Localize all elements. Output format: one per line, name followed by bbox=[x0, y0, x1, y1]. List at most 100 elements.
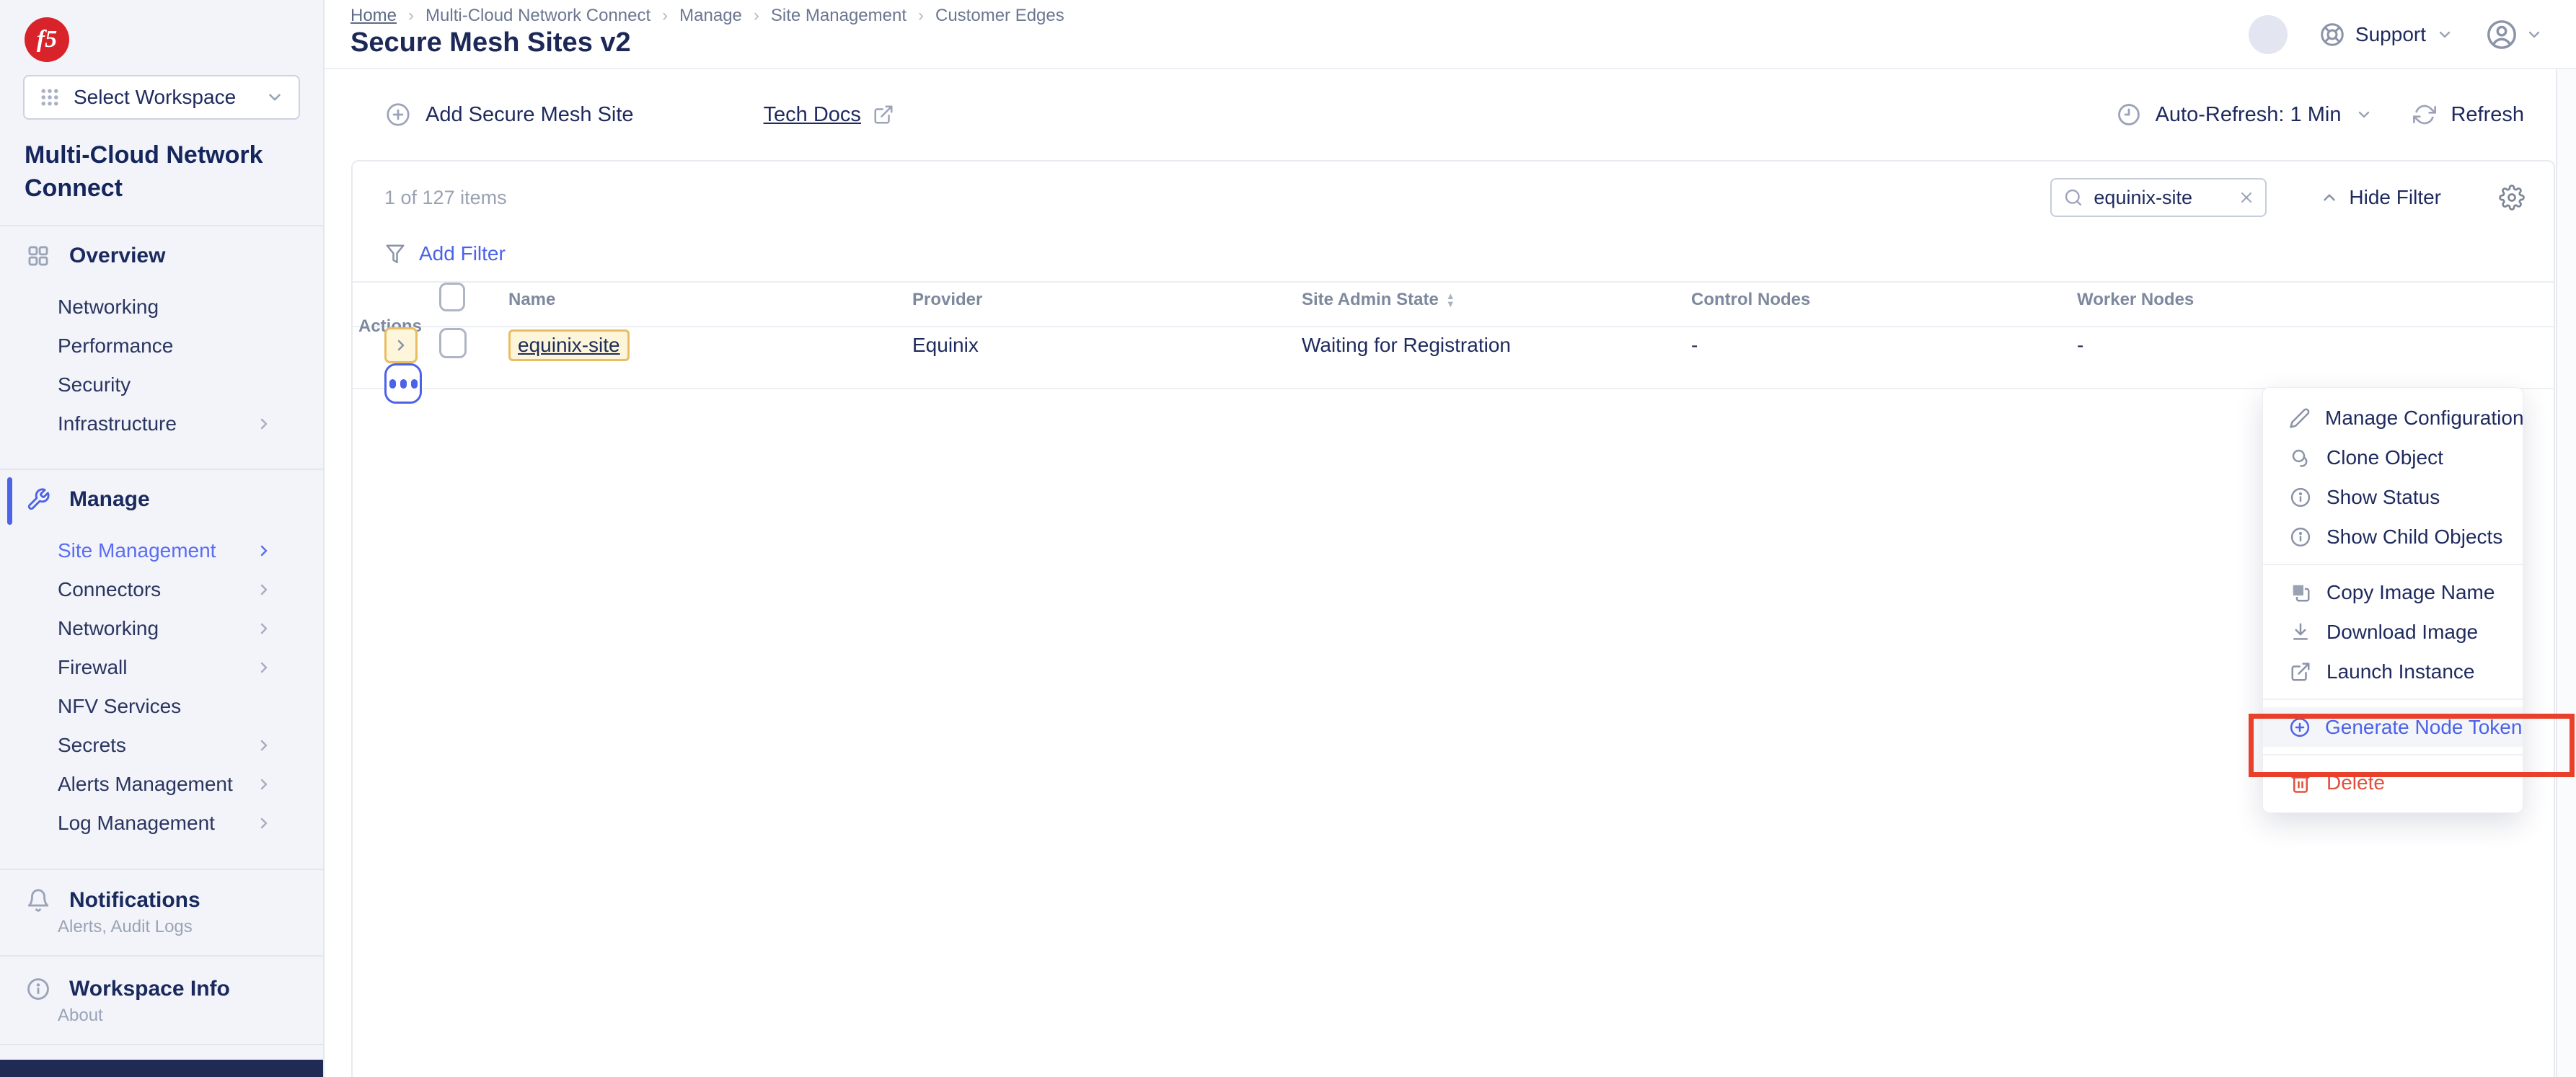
toolbar: Add Secure Mesh Site Tech Docs Auto-Refr… bbox=[325, 69, 2576, 160]
main-area: Home › Multi-Cloud Network Connect › Man… bbox=[325, 0, 2576, 1077]
clone-icon bbox=[2289, 447, 2312, 469]
user-icon bbox=[2485, 18, 2518, 51]
sidebar-item-workspace-info[interactable]: Workspace Info bbox=[26, 977, 230, 1001]
site-name-link[interactable]: equinix-site bbox=[508, 329, 630, 361]
breadcrumb-separator: › bbox=[754, 6, 759, 26]
menu-item-clone-object[interactable]: Clone Object bbox=[2263, 438, 2523, 477]
chevron-right-icon bbox=[255, 581, 273, 598]
sidebar-item-networking[interactable]: Networking bbox=[58, 296, 303, 319]
menu-item-show-child-objects[interactable]: Show Child Objects bbox=[2263, 517, 2523, 557]
refresh-icon bbox=[2413, 103, 2436, 126]
sidebar-item-alerts-management[interactable]: Alerts Management bbox=[58, 773, 303, 796]
search-box[interactable] bbox=[2050, 178, 2267, 217]
chevron-right-icon bbox=[255, 737, 273, 754]
gear-icon[interactable] bbox=[2499, 185, 2525, 210]
add-filter-button[interactable]: Add Filter bbox=[384, 242, 506, 265]
select-all-checkbox[interactable] bbox=[439, 283, 465, 311]
divider bbox=[0, 225, 323, 226]
grid-icon bbox=[39, 87, 61, 108]
page-header: Home › Multi-Cloud Network Connect › Man… bbox=[325, 0, 2576, 69]
breadcrumb-item[interactable]: Multi-Cloud Network Connect bbox=[425, 6, 650, 26]
funnel-icon bbox=[384, 243, 406, 265]
breadcrumb-home[interactable]: Home bbox=[350, 6, 397, 26]
sidebar-item-log-management[interactable]: Log Management bbox=[58, 812, 303, 835]
menu-divider bbox=[2263, 754, 2523, 755]
chevron-down-icon bbox=[2526, 26, 2543, 43]
workspace-selector-label: Select Workspace bbox=[74, 86, 265, 109]
menu-divider bbox=[2263, 699, 2523, 700]
sidebar-section-overview[interactable]: Overview bbox=[26, 244, 165, 268]
copy-icon bbox=[2289, 582, 2312, 603]
scrollbar-track[interactable] bbox=[2556, 69, 2576, 1077]
search-icon bbox=[2063, 187, 2083, 208]
chevron-right-icon bbox=[255, 659, 273, 676]
sidebar-item-notifications[interactable]: Notifications bbox=[26, 888, 200, 913]
sidebar-item-secrets[interactable]: Secrets bbox=[58, 734, 303, 757]
breadcrumb-item[interactable]: Manage bbox=[679, 6, 742, 26]
download-icon bbox=[2289, 621, 2312, 643]
col-header-worker-nodes[interactable]: Worker Nodes bbox=[2077, 290, 2533, 310]
col-header-site-admin-state[interactable]: Site Admin State ▲▼ bbox=[1302, 290, 1691, 310]
col-header-provider[interactable]: Provider bbox=[912, 290, 1302, 310]
f5-logo: f5 bbox=[25, 17, 69, 62]
sidebar-item-security[interactable]: Security bbox=[58, 373, 303, 396]
cell-control-nodes: - bbox=[1691, 334, 2077, 357]
sidebar-collapse-bar[interactable] bbox=[0, 1060, 323, 1077]
section-label: Manage bbox=[69, 487, 150, 512]
avatar[interactable] bbox=[2249, 15, 2288, 54]
clear-search-icon[interactable] bbox=[2238, 189, 2255, 206]
sidebar-item-manage-networking[interactable]: Networking bbox=[58, 617, 303, 640]
app-window: f5 Select Workspace Multi-Cloud Network … bbox=[0, 0, 2576, 1077]
info-icon bbox=[2289, 526, 2312, 548]
section-label: Notifications bbox=[69, 888, 200, 913]
sidebar-item-firewall[interactable]: Firewall bbox=[58, 656, 303, 679]
menu-item-download-image[interactable]: Download Image bbox=[2263, 612, 2523, 652]
col-header-name[interactable]: Name bbox=[508, 290, 912, 310]
menu-item-generate-node-token[interactable]: Generate Node Token bbox=[2263, 707, 2523, 747]
account-menu[interactable] bbox=[2485, 18, 2543, 51]
wrench-icon bbox=[26, 487, 50, 512]
divider bbox=[0, 869, 323, 870]
sidebar-item-site-management[interactable]: Site Management bbox=[58, 539, 303, 562]
row-checkbox[interactable] bbox=[439, 328, 467, 358]
row-actions-button[interactable] bbox=[384, 363, 422, 404]
table-header-row: Name Provider Site Admin State ▲▼ Contro… bbox=[353, 281, 2554, 327]
external-link-icon bbox=[2289, 661, 2312, 683]
life-buoy-icon bbox=[2319, 22, 2345, 48]
info-icon bbox=[2289, 487, 2312, 508]
sidebar-section-manage[interactable]: Manage bbox=[26, 487, 150, 512]
cell-site-admin-state: Waiting for Registration bbox=[1302, 334, 1691, 357]
menu-item-delete[interactable]: Delete bbox=[2263, 763, 2523, 802]
cell-provider: Equinix bbox=[912, 334, 1302, 357]
section-label: Overview bbox=[69, 244, 165, 268]
row-expand-button[interactable] bbox=[384, 327, 418, 363]
menu-divider bbox=[2263, 564, 2523, 565]
sidebar-item-nfv-services[interactable]: NFV Services bbox=[58, 695, 303, 718]
section-label: Workspace Info bbox=[69, 977, 230, 1001]
col-header-control-nodes[interactable]: Control Nodes bbox=[1691, 290, 2077, 310]
sidebar-item-connectors[interactable]: Connectors bbox=[58, 578, 303, 601]
add-secure-mesh-site-button[interactable]: Add Secure Mesh Site bbox=[385, 102, 634, 128]
menu-item-copy-image-name[interactable]: Copy Image Name bbox=[2263, 572, 2523, 612]
chevron-right-icon bbox=[255, 542, 273, 559]
search-input[interactable] bbox=[2092, 186, 2229, 210]
sort-icon[interactable]: ▲▼ bbox=[1446, 292, 1455, 308]
breadcrumb-item[interactable]: Site Management bbox=[771, 6, 907, 26]
auto-refresh-dropdown[interactable]: Auto-Refresh: 1 Min bbox=[2117, 102, 2373, 127]
divider bbox=[0, 1044, 323, 1045]
overview-icon bbox=[26, 244, 50, 268]
notifications-subtitle: Alerts, Audit Logs bbox=[58, 917, 193, 937]
menu-item-manage-configuration[interactable]: Manage Configuration bbox=[2263, 398, 2523, 438]
tech-docs-link[interactable]: Tech Docs bbox=[764, 103, 894, 127]
sidebar-item-performance[interactable]: Performance bbox=[58, 334, 303, 358]
hide-filter-button[interactable]: Hide Filter bbox=[2320, 186, 2441, 209]
sidebar-item-infrastructure[interactable]: Infrastructure bbox=[58, 412, 303, 435]
breadcrumb-item[interactable]: Customer Edges bbox=[935, 6, 1064, 26]
menu-item-show-status[interactable]: Show Status bbox=[2263, 477, 2523, 517]
bell-icon bbox=[26, 888, 50, 913]
support-menu[interactable]: Support bbox=[2319, 22, 2453, 48]
menu-item-launch-instance[interactable]: Launch Instance bbox=[2263, 652, 2523, 691]
refresh-button[interactable]: Refresh bbox=[2413, 103, 2524, 127]
chevron-right-icon bbox=[255, 815, 273, 832]
workspace-selector[interactable]: Select Workspace bbox=[23, 75, 300, 120]
